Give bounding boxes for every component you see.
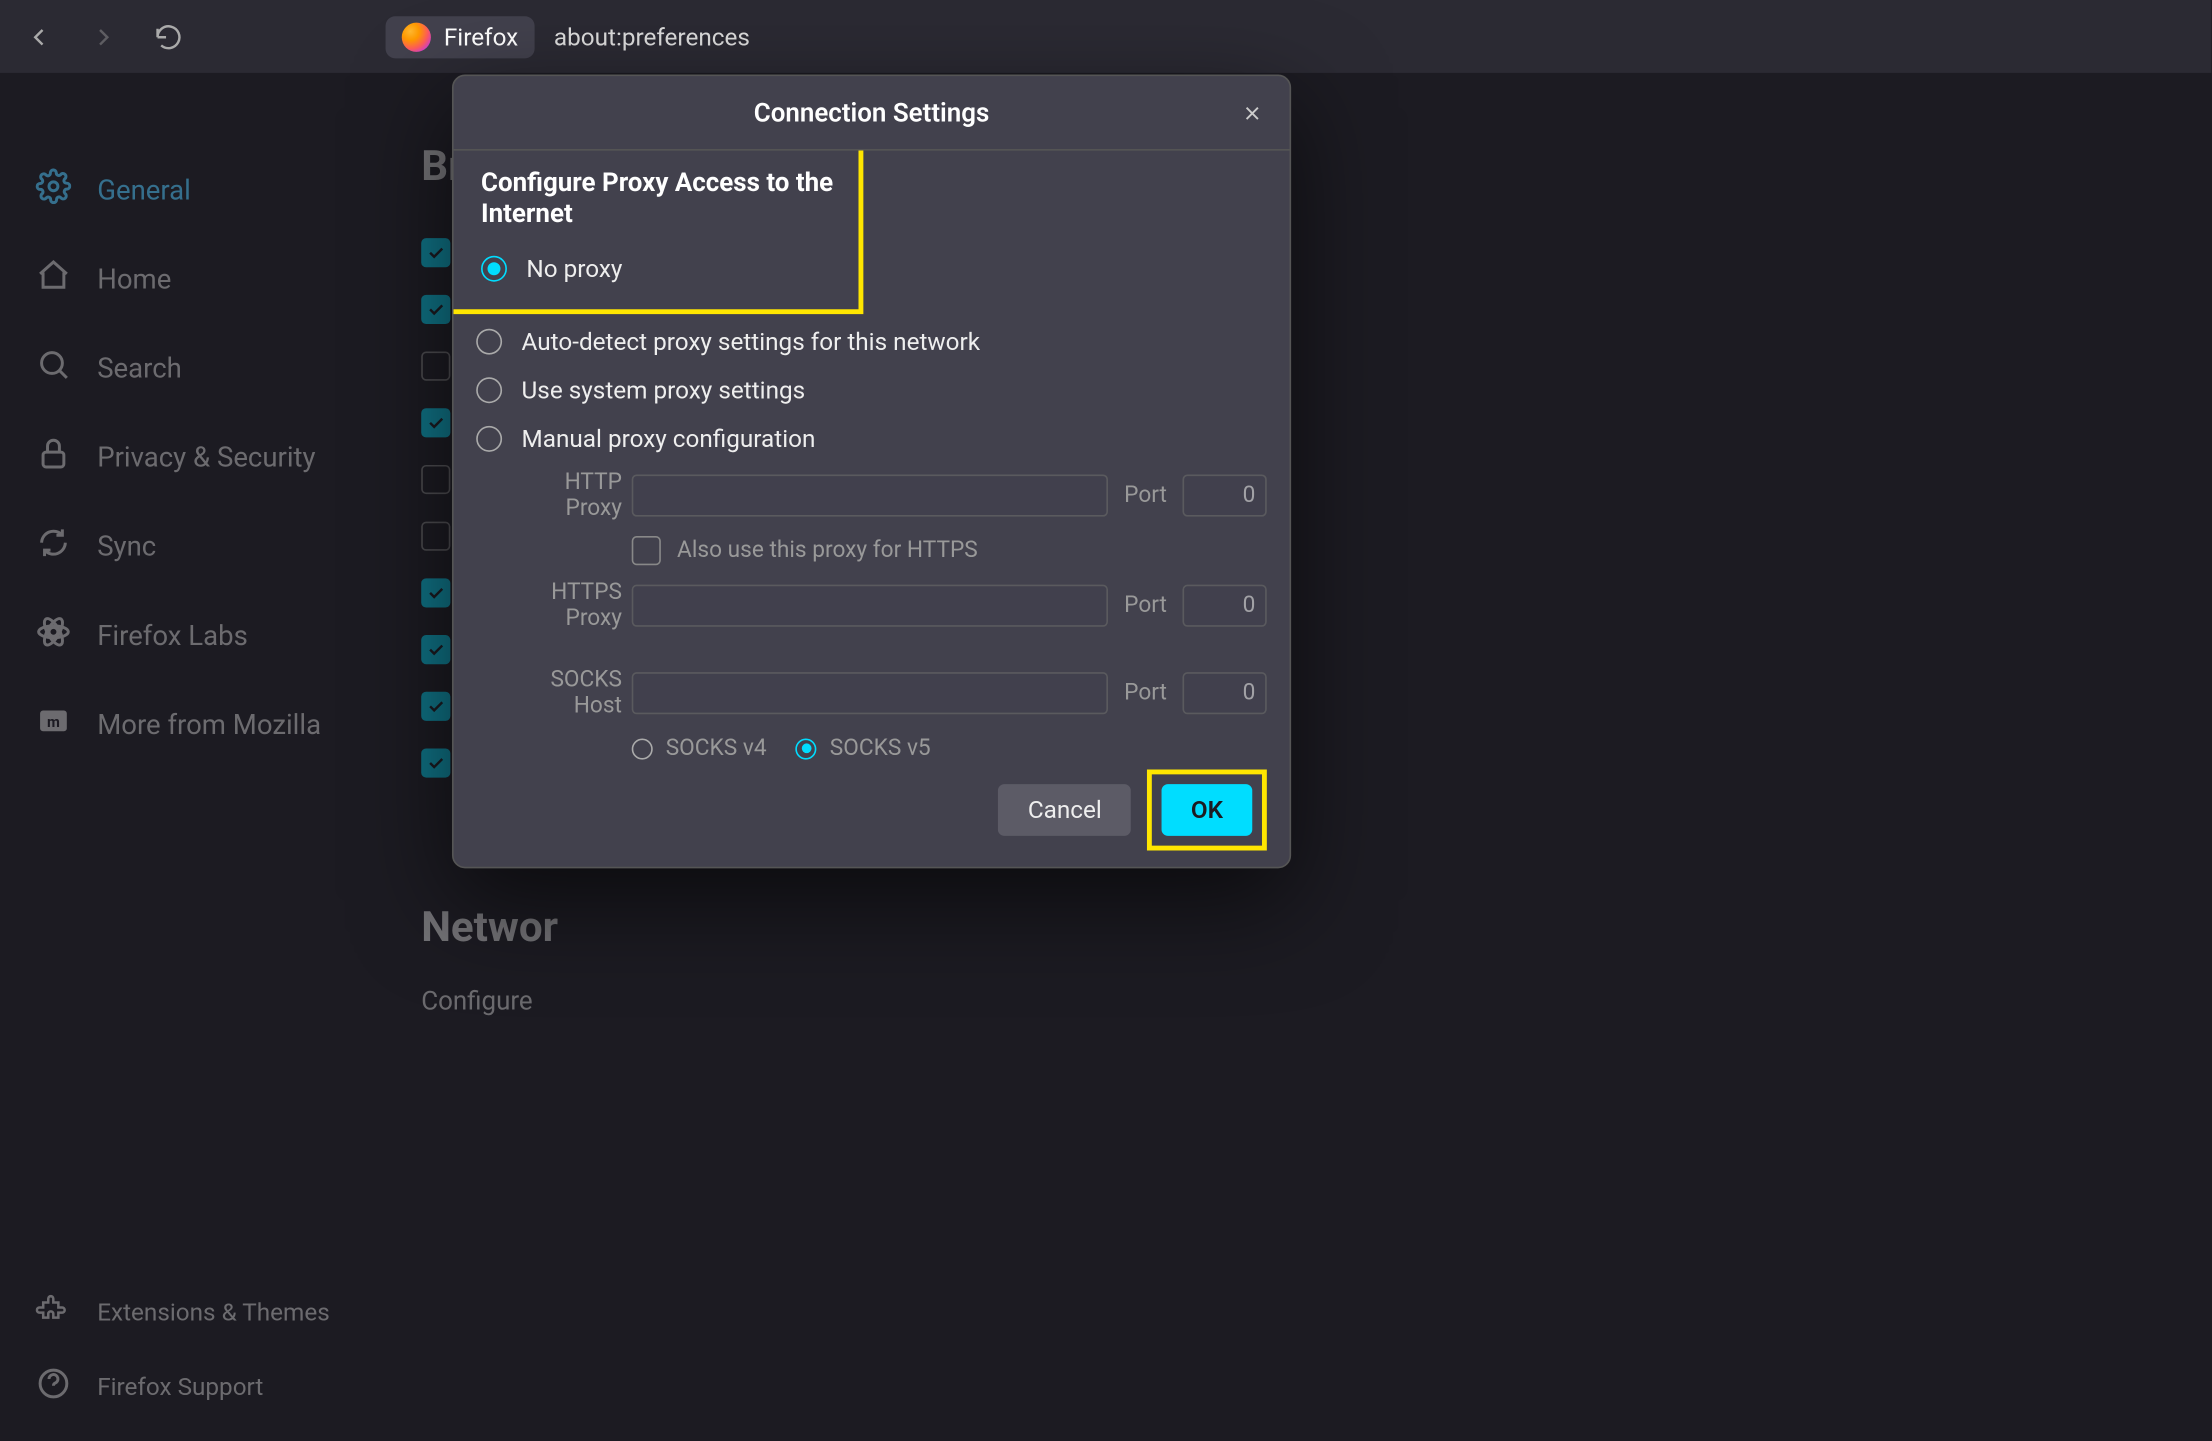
manual-proxy-grid: HTTP Proxy Port Also use this proxy for … [476, 470, 1267, 760]
http-proxy-label: HTTP Proxy [505, 470, 622, 522]
socks-host-input[interactable] [632, 672, 1108, 714]
socks-v4-label: SOCKS v4 [666, 735, 767, 759]
radio-label: Auto-detect proxy settings for this netw… [522, 327, 981, 356]
firefox-icon [402, 22, 431, 51]
radio-icon [632, 738, 653, 759]
radio-label: Use system proxy settings [522, 376, 806, 405]
radio-icon [476, 426, 502, 452]
checkbox-icon [632, 536, 661, 565]
toolbar: Firefox about:preferences [0, 0, 2211, 73]
radio-system[interactable]: Use system proxy settings [476, 366, 1267, 415]
close-button[interactable] [1228, 89, 1277, 138]
cancel-button[interactable]: Cancel [999, 784, 1131, 836]
radio-socks-v4[interactable]: SOCKS v4 [632, 735, 767, 759]
port-label: Port [1118, 483, 1173, 509]
http-proxy-input[interactable] [632, 475, 1108, 517]
dialog-footer: Cancel OK [454, 760, 1290, 867]
https-port-input[interactable] [1183, 585, 1267, 627]
https-proxy-label: HTTPS Proxy [505, 580, 622, 632]
connection-settings-dialog: Connection Settings Configure Proxy Acce… [452, 75, 1291, 869]
forward-button[interactable] [78, 11, 130, 63]
also-https-row[interactable]: Also use this proxy for HTTPS [632, 531, 1267, 570]
back-button[interactable] [13, 11, 65, 63]
url-identity-chip[interactable]: Firefox [386, 15, 535, 57]
proxy-highlight: Configure Proxy Access to the Internet N… [454, 151, 864, 315]
radio-icon [476, 377, 502, 403]
url-chip-label: Firefox [444, 22, 518, 51]
also-https-label: Also use this proxy for HTTPS [677, 538, 978, 564]
close-icon [1241, 102, 1264, 125]
radio-no-proxy[interactable]: No proxy [454, 245, 846, 294]
socks-host-label: SOCKS Host [505, 667, 622, 719]
radio-icon [476, 329, 502, 355]
radio-socks-v5[interactable]: SOCKS v5 [796, 735, 931, 759]
url-text: about:preferences [554, 22, 750, 51]
configure-title: Configure Proxy Access to the Internet [454, 167, 846, 229]
socks-port-input[interactable] [1183, 672, 1267, 714]
https-proxy-input[interactable] [632, 585, 1108, 627]
dialog-body: Configure Proxy Access to the Internet N… [454, 151, 1290, 760]
ok-button[interactable]: OK [1162, 784, 1252, 836]
dialog-overlay: Connection Settings Configure Proxy Acce… [0, 73, 2211, 1440]
radio-icon [481, 256, 507, 282]
radio-manual[interactable]: Manual proxy configuration [476, 415, 1267, 464]
radio-icon [796, 738, 817, 759]
dialog-title: Connection Settings [754, 97, 990, 128]
radio-label: No proxy [527, 254, 623, 283]
port-label: Port [1118, 680, 1173, 706]
radio-label: Manual proxy configuration [522, 424, 816, 453]
http-port-input[interactable] [1183, 475, 1267, 517]
dialog-header: Connection Settings [454, 76, 1290, 151]
radio-auto-detect[interactable]: Auto-detect proxy settings for this netw… [476, 318, 1267, 367]
ok-highlight: OK [1147, 770, 1267, 851]
socks-v5-label: SOCKS v5 [830, 735, 931, 759]
port-label: Port [1118, 593, 1173, 619]
reload-button[interactable] [143, 11, 195, 63]
